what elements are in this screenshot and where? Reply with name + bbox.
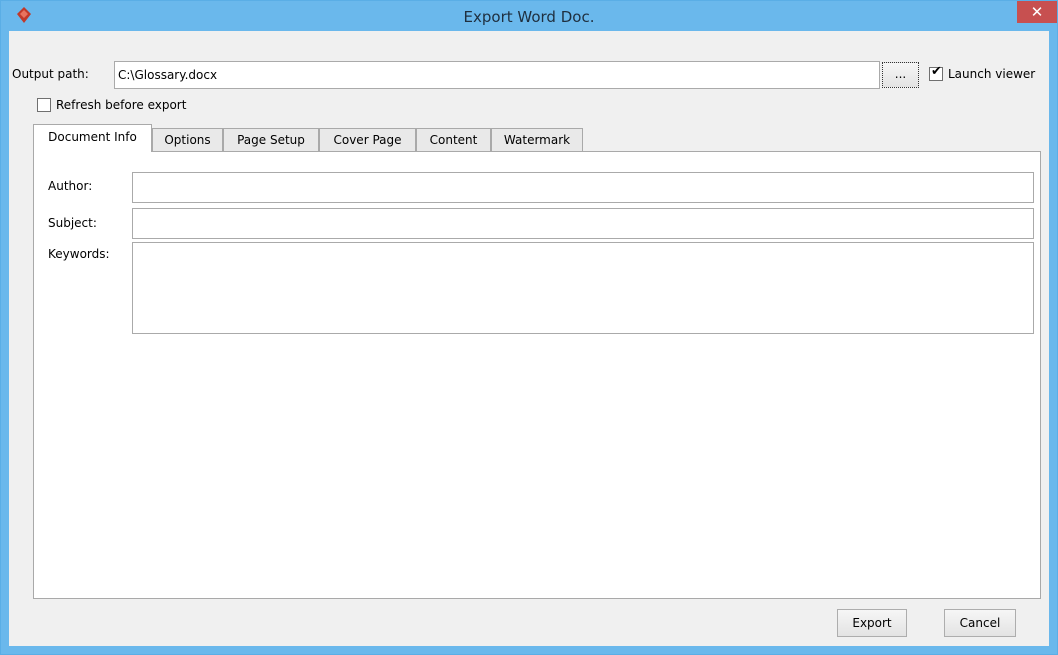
tab-options[interactable]: Options: [152, 128, 223, 151]
tab-content[interactable]: Content: [416, 128, 491, 151]
tab-watermark[interactable]: Watermark: [491, 128, 583, 151]
author-label: Author:: [48, 179, 93, 193]
output-path-label: Output path:: [12, 67, 89, 81]
close-button[interactable]: ✕: [1017, 1, 1057, 23]
output-path-input[interactable]: C:\Glossary.docx: [114, 61, 880, 89]
export-dialog: Export Word Doc. ✕ Output path: C:\Gloss…: [0, 0, 1058, 655]
dialog-body: Output path: C:\Glossary.docx ... ✔ Laun…: [9, 31, 1049, 646]
keywords-label: Keywords:: [48, 247, 110, 261]
subject-label: Subject:: [48, 216, 97, 230]
subject-input[interactable]: [132, 208, 1034, 239]
tab-document-info[interactable]: Document Info: [33, 124, 152, 152]
refresh-before-export-label: Refresh before export: [56, 98, 187, 112]
tab-cover-page[interactable]: Cover Page: [319, 128, 416, 151]
author-input[interactable]: [132, 172, 1034, 203]
check-icon: ✔: [931, 64, 942, 79]
export-button[interactable]: Export: [837, 609, 907, 637]
title-bar[interactable]: Export Word Doc. ✕: [1, 1, 1057, 31]
document-info-panel: Author: Subject: Keywords:: [33, 151, 1041, 599]
browse-button[interactable]: ...: [882, 62, 919, 88]
refresh-before-export-checkbox[interactable]: [37, 98, 51, 112]
tab-page-setup[interactable]: Page Setup: [223, 128, 319, 151]
window-title: Export Word Doc.: [463, 8, 595, 26]
launch-viewer-checkbox[interactable]: ✔: [929, 64, 943, 81]
keywords-textarea[interactable]: [132, 242, 1034, 334]
launch-viewer-label: Launch viewer: [948, 67, 1036, 81]
cancel-button[interactable]: Cancel: [944, 609, 1016, 637]
